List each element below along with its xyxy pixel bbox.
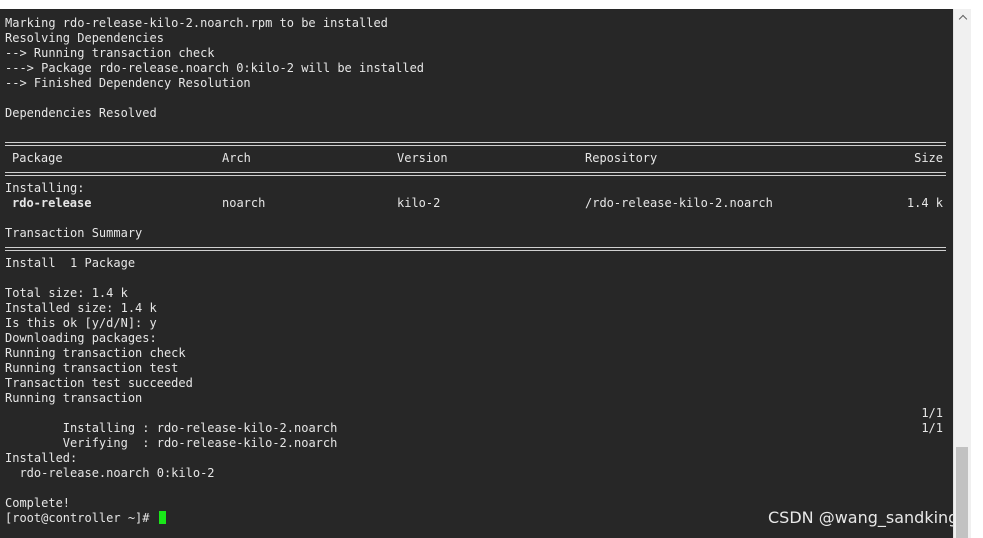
watermark: CSDN @wang_sandking: [768, 508, 959, 527]
header-arch: Arch: [222, 151, 251, 165]
log-line: Running transaction test: [5, 361, 179, 375]
shell-prompt: [root@controller ~]#: [5, 511, 157, 525]
row-size: 1.4 k: [906, 196, 943, 210]
log-line: Installed size: 1.4 k: [5, 301, 157, 315]
header-package: Package: [12, 151, 63, 165]
header-size: Size: [914, 151, 943, 165]
table-row: rdo-release noarch kilo-2 /rdo-release-k…: [5, 196, 948, 211]
log-line: ---> Package rdo-release.noarch 0:kilo-2…: [5, 61, 425, 75]
log-line: Marking rdo-release-kilo-2.noarch.rpm to…: [5, 16, 388, 30]
log-line: Total size: 1.4 k: [5, 286, 128, 300]
table-header-row: Package Arch Version Repository Size: [5, 151, 948, 166]
log-line: Running transaction check: [5, 346, 186, 360]
progress-count: 1/1: [921, 421, 943, 435]
table-separator: [5, 241, 948, 256]
terminal-output: Marking rdo-release-kilo-2.noarch.rpm to…: [5, 16, 948, 526]
progress-line: Verifying : rdo-release-kilo-2.noarch 1/…: [5, 421, 948, 450]
header-version: Version: [397, 151, 448, 165]
row-version: kilo-2: [397, 196, 441, 210]
transaction-summary: Transaction Summary: [5, 226, 143, 240]
header-repository: Repository: [585, 151, 658, 165]
install-summary: Install 1 Package: [5, 256, 136, 270]
installed-item: rdo-release.noarch 0:kilo-2: [5, 466, 215, 480]
progress-line: Installing : rdo-release-kilo-2.noarch 1…: [5, 406, 948, 435]
log-line: Transaction test succeeded: [5, 376, 193, 390]
vertical-scrollbar[interactable]: [953, 9, 971, 538]
row-package: rdo-release: [12, 196, 92, 210]
log-line: Dependencies Resolved: [5, 106, 157, 120]
table-separator: [5, 136, 948, 151]
row-repository: /rdo-release-kilo-2.noarch: [585, 196, 773, 210]
log-line: Is this ok [y/d/N]: y: [5, 316, 157, 330]
text-cursor: [158, 511, 166, 524]
installing-label: Installing:: [5, 181, 85, 195]
row-arch: noarch: [222, 196, 266, 210]
progress-count: 1/1: [921, 406, 943, 420]
scrollbar-thumb[interactable]: [956, 447, 968, 538]
scroll-up-arrow-icon[interactable]: [954, 9, 971, 26]
log-line: Resolving Dependencies: [5, 31, 164, 45]
log-line: --> Running transaction check: [5, 46, 215, 60]
log-line: Running transaction: [5, 391, 143, 405]
log-line: Downloading packages:: [5, 331, 157, 345]
terminal-window[interactable]: Marking rdo-release-kilo-2.noarch.rpm to…: [0, 9, 953, 538]
installed-label: Installed:: [5, 451, 78, 465]
table-separator: [5, 166, 948, 181]
log-line: --> Finished Dependency Resolution: [5, 76, 251, 90]
